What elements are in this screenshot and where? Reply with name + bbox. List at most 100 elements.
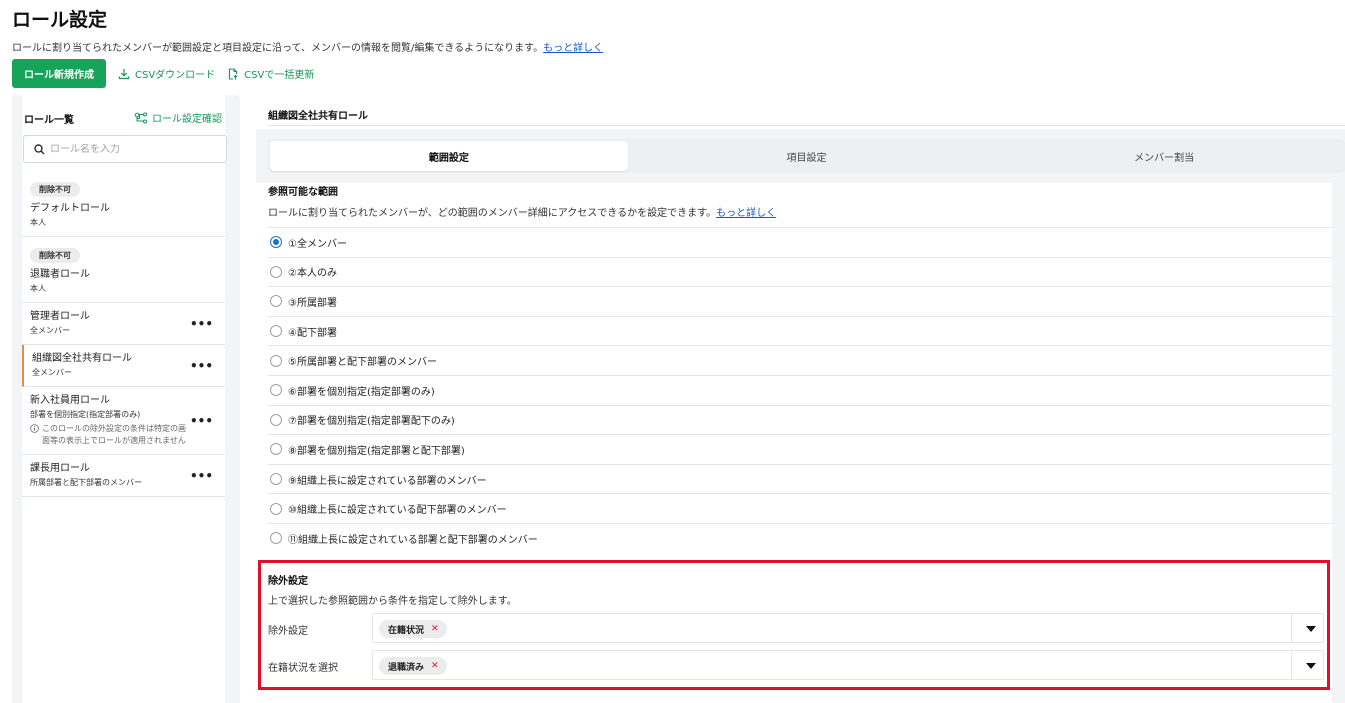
select-divider [1291, 651, 1292, 679]
file-upload-icon [229, 67, 238, 80]
settings-tabs: 範囲設定 項目設定 メンバー割当 [268, 139, 1345, 173]
tab-item-settings[interactable]: 項目設定 [628, 141, 986, 171]
role-note: このロールの除外設定の条件は特定の画面等の表示上でロールが適用されません [30, 423, 217, 447]
radio-button[interactable] [270, 354, 282, 367]
role-item-default[interactable]: 削除不可 デフォルトロール 本人 [22, 171, 225, 237]
role-settings-page: ロール設定 ロールに割り当てられたメンバーが範囲設定と項目設定に沿って、メンバー… [0, 0, 1345, 703]
caret-down-icon[interactable] [1306, 663, 1316, 669]
role-scope: 本人 [30, 218, 46, 227]
radio-button[interactable] [270, 532, 282, 545]
scope-option-label: ③所属部署 [288, 297, 337, 309]
scope-option-8[interactable]: ⑧部署を個別指定(指定部署と配下部署) [268, 434, 1332, 464]
more-options-icon[interactable]: ••• [190, 359, 213, 373]
exclude-condition-select[interactable]: 在籍状況 ✕ [372, 613, 1324, 643]
selected-chip: 在籍状況 ✕ [379, 620, 447, 638]
scope-option-label: ⑪組織上長に設定されている部署と配下部署のメンバー [288, 534, 538, 546]
employment-status-select[interactable]: 退職済み ✕ [372, 650, 1324, 680]
role-note-text: このロールの除外設定の条件は特定の画面等の表示上でロールが適用されません [42, 424, 186, 445]
scope-section-title: 参照可能な範囲 [268, 187, 338, 198]
exclude-condition-label: 除外設定 [268, 626, 308, 637]
scope-option-label: ⑧部署を個別指定(指定部署と配下部署) [288, 445, 465, 457]
scope-option-label: ④配下部署 [288, 327, 337, 339]
role-list-title: ロール一覧 [24, 115, 74, 126]
exclude-section-title: 除外設定 [268, 576, 308, 587]
exclude-section-description: 上で選択した参照範囲から条件を指定して除外します。 [268, 596, 517, 607]
scope-option-label: ⑥部署を個別指定(指定部署のみ) [288, 386, 435, 398]
scope-option-9[interactable]: ⑨組織上長に設定されている部署のメンバー [268, 463, 1332, 494]
more-options-icon[interactable]: ••• [190, 414, 213, 428]
role-name: デフォルトロール [30, 203, 110, 214]
scope-option-1[interactable]: ①全メンバー [268, 227, 1332, 257]
role-item-admin[interactable]: 管理者ロール 全メンバー ••• [22, 303, 225, 345]
role-item-new-employee[interactable]: 新入社員用ロール 部署を個別指定(指定部署のみ) このロールの除外設定の条件は特… [22, 387, 225, 455]
scope-option-label: ①全メンバー [288, 238, 347, 250]
more-options-icon[interactable]: ••• [190, 317, 213, 331]
tab-scope-settings[interactable]: 範囲設定 [270, 141, 628, 171]
role-item-retired[interactable]: 削除不可 退職者ロール 本人 [22, 237, 225, 303]
remove-chip-icon[interactable]: ✕ [431, 661, 439, 671]
radio-button-checked[interactable] [270, 236, 282, 249]
scope-option-3[interactable]: ③所属部署 [268, 286, 1332, 316]
role-name: 退職者ロール [30, 269, 90, 280]
role-scope: 部署を個別指定(指定部署のみ) [30, 410, 141, 419]
chip-label: 退職済み [388, 662, 425, 673]
radio-button[interactable] [270, 384, 282, 397]
role-scope: 所属部署と配下部署のメンバー [30, 478, 142, 487]
role-search-input[interactable] [50, 143, 210, 155]
exclude-settings-section: 除外設定 上で選択した参照範囲から条件を指定して除外します。 除外設定 在籍状況… [258, 560, 1330, 690]
radio-button[interactable] [270, 265, 282, 278]
scope-option-11[interactable]: ⑪組織上長に設定されている部署と配下部署のメンバー [268, 522, 1332, 553]
tab-member-assignment[interactable]: メンバー割当 [985, 141, 1343, 171]
role-scope: 全メンバー [30, 326, 70, 335]
radio-button[interactable] [270, 413, 282, 426]
role-search-box[interactable] [23, 135, 227, 163]
radio-button[interactable] [270, 473, 282, 486]
role-detail-panel: 組織図全社共有ロール 範囲設定 項目設定 メンバー割当 参照可能な範囲 ロールに… [256, 95, 1345, 703]
undeletable-badge: 削除不可 [30, 248, 80, 263]
radio-button[interactable] [270, 325, 282, 338]
download-icon [118, 68, 130, 79]
radio-button[interactable] [270, 443, 282, 456]
page-description: ロールに割り当てられたメンバーが範囲設定と項目設定に沿って、メンバーの情報を閲覧… [12, 39, 603, 54]
role-item-section-chief[interactable]: 課長用ロール 所属部署と配下部署のメンバー ••• [22, 455, 225, 497]
search-icon [34, 143, 45, 155]
role-scope: 本人 [30, 284, 46, 293]
role-name: 管理者ロール [30, 311, 90, 322]
scope-option-label: ⑦部署を個別指定(指定部署配下のみ) [288, 416, 455, 428]
scope-option-6[interactable]: ⑥部署を個別指定(指定部署のみ) [268, 374, 1332, 405]
role-item-org-chart-share[interactable]: 組織図全社共有ロール 全メンバー ••• [22, 345, 225, 387]
scope-option-label: ⑩組織上長に設定されている配下部署のメンバー [288, 505, 507, 517]
scope-settings-content: 参照可能な範囲 ロールに割り当てられたメンバーが、どの範囲のメンバー詳細にアクセ… [256, 183, 1332, 703]
employment-status-row: 在籍状況を選択 退職済み ✕ [268, 650, 1328, 680]
radio-button[interactable] [270, 502, 282, 515]
more-options-icon[interactable]: ••• [190, 469, 213, 483]
scope-option-4[interactable]: ④配下部署 [268, 315, 1332, 346]
page-title: ロール設定 [12, 9, 108, 31]
scope-option-5[interactable]: ⑤所属部署と配下部署のメンバー [268, 345, 1332, 375]
scope-option-2[interactable]: ②本人のみ [268, 256, 1332, 287]
caret-down-icon[interactable] [1306, 626, 1316, 632]
role-settings-confirm-link[interactable]: ロール設定確認 [134, 110, 222, 125]
role-detail-header: 組織図全社共有ロール [256, 95, 1345, 129]
csv-update-label: CSVで一括更新 [244, 70, 315, 81]
role-name: 新入社員用ロール [30, 395, 110, 406]
remove-chip-icon[interactable]: ✕ [431, 624, 439, 634]
more-details-link[interactable]: もっと詳しく [543, 43, 603, 54]
role-list: 削除不可 デフォルトロール 本人 削除不可 退職者ロール 本人 管理者ロール 全… [22, 171, 225, 497]
radio-button[interactable] [270, 295, 282, 308]
select-divider [1291, 614, 1292, 642]
scope-option-10[interactable]: ⑩組織上長に設定されている配下部署のメンバー [268, 493, 1332, 523]
role-name: 課長用ロール [30, 463, 90, 474]
scope-option-7[interactable]: ⑦部署を個別指定(指定部署配下のみ) [268, 404, 1332, 435]
csv-update-link[interactable]: CSVで一括更新 [227, 66, 314, 81]
scope-option-label: ⑤所属部署と配下部署のメンバー [288, 357, 437, 369]
scope-more-details-link[interactable]: もっと詳しく [716, 208, 776, 219]
new-role-button[interactable]: ロール新規作成 [12, 59, 106, 88]
role-detail-title: 組織図全社共有ロール [268, 111, 368, 122]
csv-download-link[interactable]: CSVダウンロード [118, 66, 215, 81]
toolbar: ロール新規作成 CSVダウンロード CSVで一括更新 [12, 59, 314, 88]
org-tree-icon [134, 112, 147, 123]
csv-download-label: CSVダウンロード [135, 70, 216, 81]
scope-option-label: ②本人のみ [288, 268, 337, 280]
employment-status-label: 在籍状況を選択 [268, 663, 338, 674]
